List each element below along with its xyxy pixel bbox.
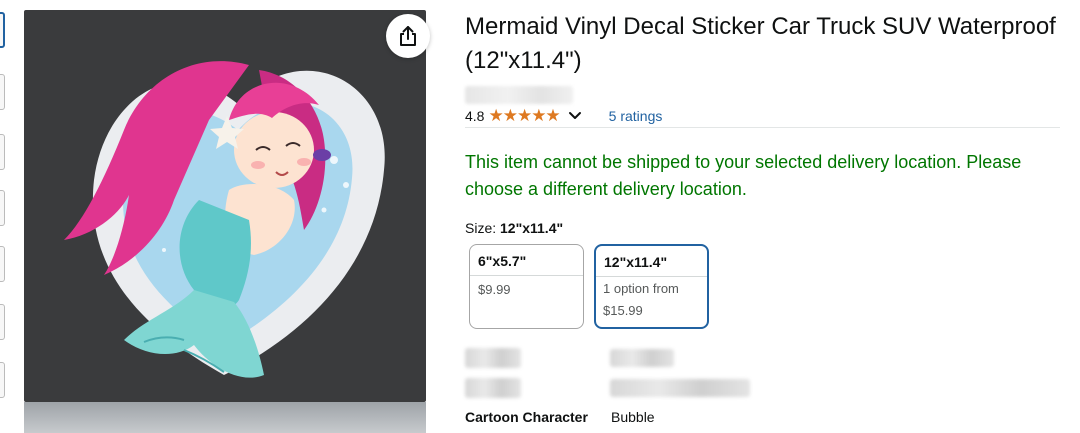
thumbnail-7[interactable] (0, 362, 5, 398)
thumbnail-strip (0, 0, 6, 433)
thumbnail-5[interactable] (0, 246, 5, 282)
thumbnail-2[interactable] (0, 74, 5, 110)
size-option-12x11.4[interactable]: 12"x11.4" 1 option from $15.99 (594, 244, 709, 329)
spec-key: Cartoon Character (465, 409, 588, 425)
main-product-image[interactable] (24, 10, 426, 433)
brand-link-redacted[interactable] (465, 86, 573, 104)
availability-message: This item cannot be shipped to your sele… (465, 152, 1022, 199)
chevron-down-icon[interactable] (568, 111, 582, 121)
rating-value: 4.8 (465, 108, 485, 124)
share-icon (398, 25, 418, 47)
size-option-price: $15.99 (603, 303, 643, 318)
spec-value-redacted (610, 349, 674, 367)
divider (465, 127, 1060, 128)
thumbnail-3[interactable] (0, 134, 5, 170)
thumbnail-1[interactable] (0, 12, 5, 48)
rating-row: 4.8 ★★★★★ 5 ratings (465, 106, 662, 126)
ratings-count-link[interactable]: 5 ratings (609, 108, 663, 124)
spec-value-redacted (610, 379, 750, 397)
star-icon[interactable]: ★★★★★ (488, 106, 560, 126)
size-option-divider (596, 276, 707, 277)
thumbnail-6[interactable] (0, 304, 5, 340)
size-option-name: 12"x11.4" (604, 254, 668, 270)
size-option-availability: 1 option from (603, 281, 679, 296)
spec-key-redacted (465, 378, 521, 398)
mermaid-illustration (64, 61, 385, 378)
size-option-price: $9.99 (478, 282, 511, 297)
size-option-divider (470, 275, 583, 276)
size-selected-value: 12"x11.4" (500, 220, 564, 236)
image-bottom-shadow (24, 402, 426, 433)
share-button[interactable] (386, 14, 430, 58)
thumbnail-4[interactable] (0, 190, 5, 226)
spec-key-redacted (465, 348, 521, 368)
product-image-canvas (24, 10, 426, 402)
size-option-6x5.7[interactable]: 6"x5.7" $9.99 (469, 244, 584, 329)
size-option-name: 6"x5.7" (478, 253, 527, 269)
spec-value: Bubble (611, 409, 655, 425)
size-label-prefix: Size: (465, 220, 497, 236)
product-title: Mermaid Vinyl Decal Sticker Car Truck SU… (465, 13, 1056, 74)
size-label: Size: 12"x11.4" (465, 220, 563, 236)
